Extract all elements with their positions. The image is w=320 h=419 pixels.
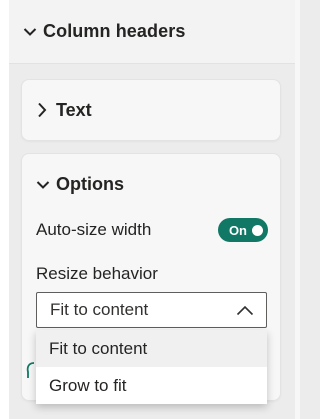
resize-behavior-dropdown[interactable]: Fit to content: [36, 292, 267, 328]
right-panel-strip: [295, 0, 300, 419]
text-card-title: Text: [56, 99, 92, 120]
auto-size-width-label: Auto-size width: [36, 220, 152, 239]
toggle-state-text: On: [228, 222, 247, 238]
auto-size-width-toggle[interactable]: On: [218, 218, 268, 242]
column-headers-section-header[interactable]: Column headers: [9, 0, 295, 64]
menu-option-fit-to-content[interactable]: Fit to content: [36, 330, 267, 367]
dropdown-selected-value: Fit to content: [50, 300, 149, 319]
chevron-right-icon: [37, 102, 47, 118]
left-panel-strip: [0, 0, 9, 419]
options-card-header[interactable]: Options: [36, 174, 124, 195]
section-title: Column headers: [43, 21, 186, 41]
menu-option-grow-to-fit[interactable]: Grow to fit: [36, 367, 267, 404]
options-card-title: Options: [56, 174, 124, 194]
resize-behavior-menu: Fit to content Grow to fit: [36, 330, 267, 404]
chevron-down-icon: [23, 27, 37, 37]
toggle-knob: [252, 224, 263, 236]
resize-behavior-label: Resize behavior: [36, 264, 158, 283]
chevron-down-icon: [36, 180, 50, 190]
auto-size-width-row: Auto-size width On: [36, 218, 268, 242]
text-card-header[interactable]: Text: [22, 80, 280, 140]
chevron-up-icon: [236, 305, 254, 316]
